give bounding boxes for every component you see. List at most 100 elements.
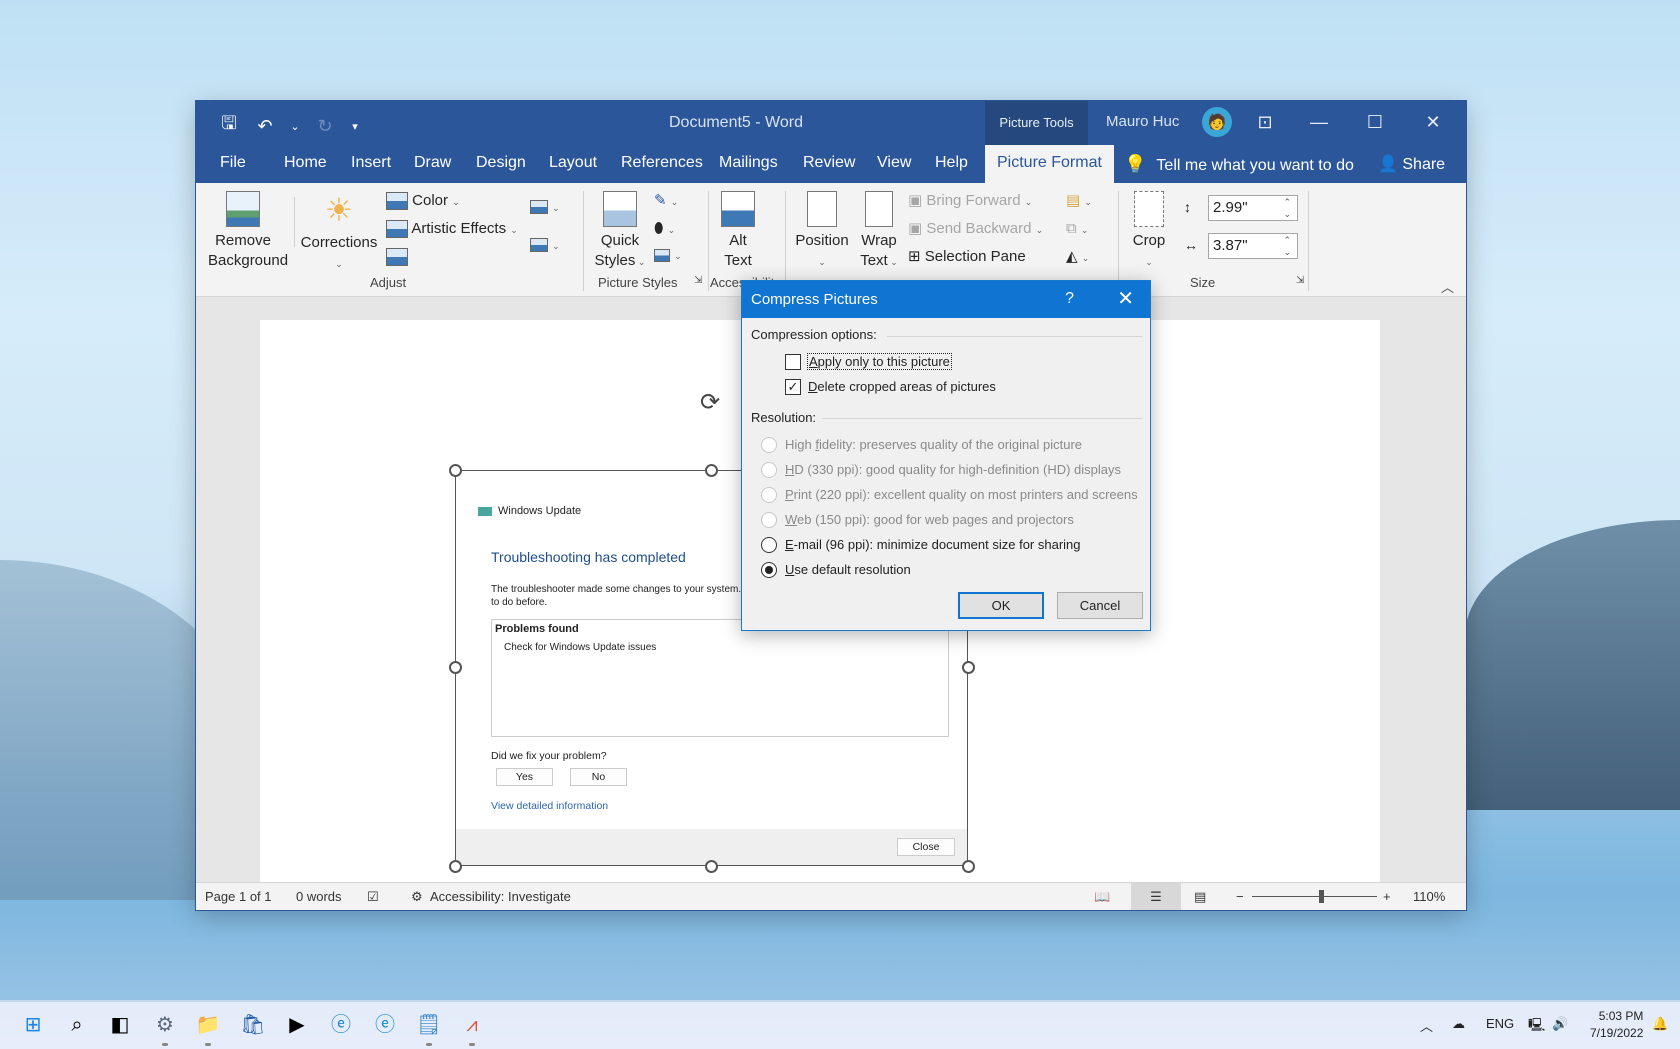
notifications-icon[interactable]: 🔔 xyxy=(1652,1016,1668,1032)
store-icon[interactable]: 🛍 xyxy=(240,1012,266,1038)
read-mode-icon[interactable]: 📖 xyxy=(1094,889,1110,905)
zoom-slider-thumb[interactable] xyxy=(1318,890,1324,903)
task-view-icon[interactable]: ◧ xyxy=(107,1012,133,1038)
maximize-button[interactable]: ☐ xyxy=(1352,107,1398,137)
radio-default-resolution-label[interactable]: Use default resolution xyxy=(785,562,911,577)
share-button[interactable]: 👤 Share xyxy=(1378,154,1445,174)
collapse-ribbon-icon[interactable]: ︿ xyxy=(1441,277,1454,296)
position-button[interactable]: Position ⌄ xyxy=(794,191,850,272)
user-name[interactable]: Mauro Huc xyxy=(1106,113,1179,130)
remove-background-button[interactable]: Remove Background xyxy=(208,191,288,271)
tab-help[interactable]: Help xyxy=(935,154,968,172)
word-count[interactable]: 0 words xyxy=(296,889,342,904)
picture-layout-button[interactable]: ⌄ xyxy=(654,245,682,266)
close-button[interactable]: ✕ xyxy=(1410,107,1456,137)
alt-text-button[interactable]: Alt Text xyxy=(718,191,758,271)
terminal-icon[interactable]: ▶ xyxy=(284,1012,310,1038)
selection-pane-button[interactable]: ⊞ Selection Pane xyxy=(908,247,1026,267)
ok-button[interactable]: OK xyxy=(958,592,1044,619)
volume-icon[interactable]: 🔊 xyxy=(1552,1016,1568,1032)
tab-view[interactable]: View xyxy=(877,154,911,172)
undo-icon[interactable]: ↶ xyxy=(254,116,276,137)
reset-picture-button[interactable]: ⌄ xyxy=(530,235,560,256)
tab-insert[interactable]: Insert xyxy=(351,154,391,172)
zoom-out-icon[interactable]: − xyxy=(1236,889,1244,904)
radio-high-fidelity-label[interactable]: High fidelity: preserves quality of the … xyxy=(785,437,1082,452)
tab-home[interactable]: Home xyxy=(284,154,327,172)
app-icon[interactable]: ⩘ xyxy=(459,1012,485,1038)
clock[interactable]: 5:03 PM 7/19/2022 xyxy=(1590,1008,1643,1042)
delete-cropped-label[interactable]: Delete cropped areas of pictures xyxy=(808,379,996,394)
rotate-handle-icon[interactable]: ⟳ xyxy=(700,388,720,417)
dialog-close-icon[interactable]: ✕ xyxy=(1117,286,1134,311)
ribbon-display-options-icon[interactable]: ⊡ xyxy=(1242,107,1288,137)
tab-file[interactable]: File xyxy=(220,154,246,172)
onedrive-icon[interactable]: ☁ xyxy=(1452,1016,1465,1032)
resize-handle[interactable] xyxy=(705,464,718,477)
tab-layout[interactable]: Layout xyxy=(549,154,597,172)
edge-canary-icon[interactable]: ⓔ xyxy=(372,1012,398,1038)
tell-me-search[interactable]: 💡 Tell me what you want to do xyxy=(1124,154,1354,175)
save-icon[interactable]: 🖫 xyxy=(218,111,240,141)
resize-handle[interactable] xyxy=(449,860,462,873)
rotate-button[interactable]: ◭ ⌄ xyxy=(1066,247,1089,268)
resize-handle[interactable] xyxy=(705,860,718,873)
resize-handle[interactable] xyxy=(449,661,462,674)
cancel-button[interactable]: Cancel xyxy=(1057,592,1143,619)
zoom-slider-track[interactable] xyxy=(1252,896,1377,897)
spinner-arrows-icon[interactable]: ⌃ ⌄ xyxy=(1283,234,1291,258)
undo-dropdown-icon[interactable]: ⌄ xyxy=(290,120,300,133)
align-button[interactable]: ▤ ⌄ xyxy=(1066,191,1092,212)
file-explorer-icon[interactable]: 📁 xyxy=(195,1012,221,1038)
send-backward-button[interactable]: ▣ Send Backward ⌄ xyxy=(908,219,1043,240)
network-icon[interactable]: 🖳 xyxy=(1528,1016,1545,1038)
dialog-launcher-icon[interactable]: ⇲ xyxy=(1296,275,1304,286)
language-indicator[interactable]: ENG xyxy=(1486,1016,1514,1031)
settings-icon[interactable]: ⚙ xyxy=(152,1012,178,1038)
radio-print[interactable] xyxy=(761,487,777,503)
customize-qat-icon[interactable]: ▾ xyxy=(350,120,360,133)
delete-cropped-checkbox[interactable]: ✓ xyxy=(785,379,801,395)
shape-height-input[interactable]: 2.99" ⌃ ⌄ xyxy=(1208,195,1298,221)
print-layout-icon[interactable]: ☰ xyxy=(1131,883,1181,910)
tab-draw[interactable]: Draw xyxy=(414,154,451,172)
group-button[interactable]: ⧉ ⌄ xyxy=(1066,219,1088,240)
dialog-launcher-icon[interactable]: ⇲ xyxy=(694,275,702,286)
quick-styles-button[interactable]: Quick Styles ⌄ xyxy=(592,191,648,272)
tab-review[interactable]: Review xyxy=(803,154,855,172)
resize-handle[interactable] xyxy=(449,464,462,477)
apply-only-checkbox[interactable] xyxy=(785,354,801,370)
web-layout-icon[interactable]: ▤ xyxy=(1194,889,1206,905)
apply-only-label[interactable]: Apply only to this picture xyxy=(807,353,952,370)
radio-hd[interactable] xyxy=(761,462,777,478)
notepad-icon[interactable]: 🗒 xyxy=(416,1012,442,1038)
resize-handle[interactable] xyxy=(962,860,975,873)
transparency-button[interactable] xyxy=(386,247,408,267)
radio-print-label[interactable]: Print (220 ppi): excellent quality on mo… xyxy=(785,487,1138,502)
radio-email[interactable] xyxy=(761,537,777,553)
resize-handle[interactable] xyxy=(962,661,975,674)
proofing-icon[interactable]: ☑ xyxy=(367,889,379,905)
radio-email-label[interactable]: E-mail (96 ppi): minimize document size … xyxy=(785,537,1081,552)
minimize-button[interactable]: — xyxy=(1296,107,1342,137)
radio-hd-label[interactable]: HD (330 ppi): good quality for high-defi… xyxy=(785,462,1121,477)
radio-web-label[interactable]: Web (150 ppi): good for web pages and pr… xyxy=(785,512,1074,527)
corrections-button[interactable]: ☀ Corrections ⌄ xyxy=(300,191,378,274)
radio-high-fidelity[interactable] xyxy=(761,437,777,453)
spinner-arrows-icon[interactable]: ⌃ ⌄ xyxy=(1283,196,1291,220)
avatar[interactable]: 🧑 xyxy=(1202,107,1232,137)
show-hidden-icons[interactable]: ︿ xyxy=(1420,1016,1433,1035)
zoom-in-icon[interactable]: + xyxy=(1383,889,1391,904)
help-icon[interactable]: ? xyxy=(1065,290,1074,308)
radio-web[interactable] xyxy=(761,512,777,528)
page-count[interactable]: Page 1 of 1 xyxy=(205,889,272,904)
shape-width-input[interactable]: 3.87" ⌃ ⌄ xyxy=(1208,233,1298,259)
tab-picture-format[interactable]: Picture Format xyxy=(985,145,1114,183)
tab-design[interactable]: Design xyxy=(476,154,526,172)
start-icon[interactable]: ⊞ xyxy=(20,1012,46,1038)
edge-icon[interactable]: ⓔ xyxy=(328,1012,354,1038)
redo-icon[interactable]: ↻ xyxy=(314,116,336,137)
artistic-effects-button[interactable]: Artistic Effects ⌄ xyxy=(386,219,518,240)
picture-border-button[interactable]: ✎ ⌄ xyxy=(654,191,678,212)
bring-forward-button[interactable]: ▣ Bring Forward ⌄ xyxy=(908,191,1032,212)
